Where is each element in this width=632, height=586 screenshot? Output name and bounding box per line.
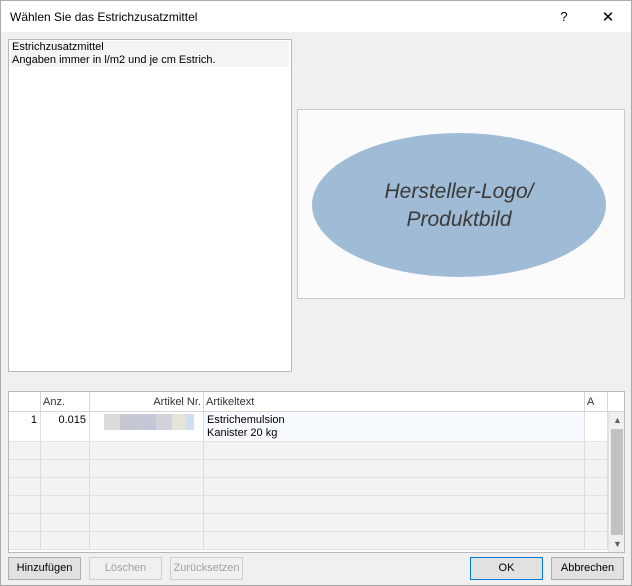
- cell-artikel-nr[interactable]: [90, 412, 204, 441]
- description-line: Angaben immer in l/m2 und je cm Estrich.: [11, 54, 289, 67]
- placeholder-ellipse: [312, 133, 606, 277]
- ok-button[interactable]: OK: [470, 557, 543, 580]
- grid-scrollbar[interactable]: ▲ ▼: [608, 412, 624, 552]
- close-button[interactable]: ✕: [585, 1, 631, 32]
- description-line: Estrichzusatzmittel: [11, 41, 289, 54]
- col-header-a[interactable]: A: [585, 392, 608, 412]
- title-bar: Wählen Sie das Estrichzusatzmittel ? ✕: [1, 1, 631, 32]
- scroll-down-icon[interactable]: ▼: [609, 536, 624, 552]
- table-row[interactable]: 1 0.015 Estrichemulsion Kanister 20 kg: [9, 412, 608, 442]
- product-image-frame: Hersteller-Logo/ Produktbild: [297, 109, 625, 299]
- scroll-up-icon[interactable]: ▲: [609, 412, 624, 429]
- product-image-placeholder: Hersteller-Logo/ Produktbild: [312, 133, 606, 277]
- reset-button[interactable]: Zurücksetzen: [170, 557, 243, 580]
- table-row[interactable]: [9, 478, 608, 496]
- articles-grid[interactable]: Anz. Artikel Nr. Artikeltext A 1 0.015 E…: [8, 391, 625, 553]
- col-header-index: [9, 392, 41, 412]
- close-icon: ✕: [601, 8, 615, 26]
- table-row[interactable]: [9, 514, 608, 532]
- table-row[interactable]: [9, 532, 608, 550]
- artikel-nr-redacted: [104, 414, 200, 430]
- col-header-anz[interactable]: Anz.: [41, 392, 90, 412]
- delete-button[interactable]: Löschen: [89, 557, 162, 580]
- scroll-thumb[interactable]: [611, 429, 623, 535]
- dialog-window: Wählen Sie das Estrichzusatzmittel ? ✕ E…: [0, 0, 632, 586]
- cell-anz[interactable]: 0.015: [41, 412, 90, 441]
- col-header-artikel-nr[interactable]: Artikel Nr.: [90, 392, 204, 412]
- table-row[interactable]: [9, 496, 608, 514]
- add-button[interactable]: Hinzufügen: [8, 557, 81, 580]
- help-icon: ?: [560, 9, 568, 24]
- artikeltext-line2: Kanister 20 kg: [207, 427, 278, 439]
- product-image-panel: Hersteller-Logo/ Produktbild: [297, 39, 625, 372]
- help-button[interactable]: ?: [541, 1, 587, 32]
- cell-a[interactable]: [585, 412, 608, 441]
- cancel-button[interactable]: Abbrechen: [551, 557, 624, 580]
- grid-header: Anz. Artikel Nr. Artikeltext A: [9, 392, 624, 412]
- row-index: 1: [9, 412, 41, 441]
- table-row[interactable]: [9, 460, 608, 478]
- window-title: Wählen Sie das Estrichzusatzmittel: [10, 10, 198, 24]
- table-row[interactable]: [9, 442, 608, 460]
- placeholder-text-line2: Produktbild: [406, 208, 512, 231]
- placeholder-text-line1: Hersteller-Logo/: [384, 180, 535, 203]
- col-header-artikeltext[interactable]: Artikeltext: [204, 392, 585, 412]
- cell-artikeltext[interactable]: Estrichemulsion Kanister 20 kg: [204, 412, 585, 441]
- artikeltext-line1: Estrichemulsion: [207, 414, 285, 426]
- description-panel: Estrichzusatzmittel Angaben immer in l/m…: [8, 39, 292, 372]
